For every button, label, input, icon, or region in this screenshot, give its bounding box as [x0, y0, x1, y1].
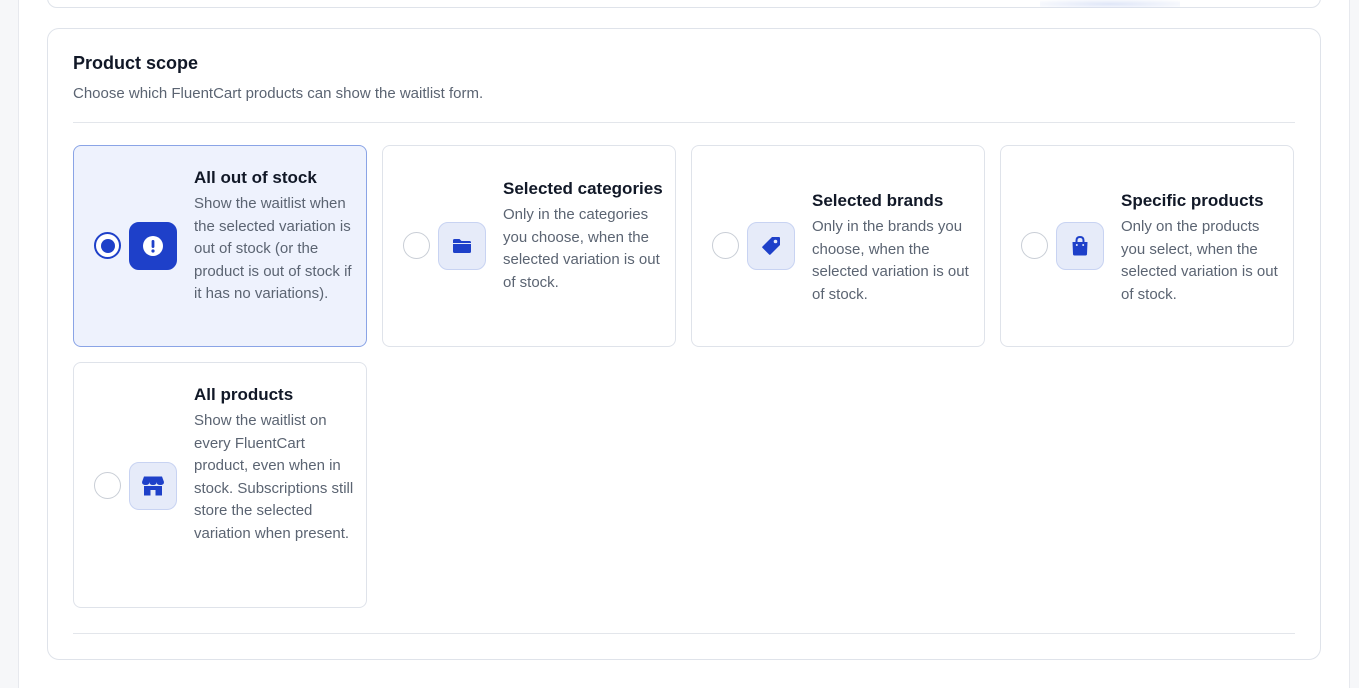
scope-option-title: Specific products [1121, 191, 1264, 210]
scope-option-title: Selected brands [812, 191, 944, 210]
scope-option-title: All out of stock [194, 168, 317, 187]
scope-option-selected-categories[interactable]: Selected categories Only in the categori… [382, 145, 676, 347]
scope-radio-selected-categories[interactable] [403, 232, 430, 259]
scope-option-title: Selected categories [503, 179, 663, 198]
scope-option-all-products[interactable]: All products Show the waitlist on every … [73, 362, 367, 608]
shopping-bag-icon [1056, 222, 1104, 270]
folder-icon [438, 222, 486, 270]
section-divider [73, 122, 1295, 123]
scope-option-description: Only in the categories you choose, when … [503, 206, 660, 291]
scope-radio-all-out-of-stock[interactable] [94, 232, 121, 259]
section-divider-bottom [73, 633, 1295, 634]
scope-option-description: Only on the products you select, when th… [1121, 218, 1278, 303]
section-title: Product scope [73, 53, 199, 73]
scope-option-title: All products [194, 385, 294, 404]
product-scope-card: Product scope Choose which FluentCart pr… [47, 28, 1321, 660]
scope-option-specific-products[interactable]: Specific products Only on the products y… [1000, 145, 1294, 347]
scope-radio-all-products[interactable] [94, 472, 121, 499]
section-description: Choose which FluentCart products can sho… [73, 85, 484, 102]
store-icon [129, 462, 177, 510]
scope-radio-selected-brands[interactable] [712, 232, 739, 259]
alert-circle-icon [129, 222, 177, 270]
previous-section-highlight [1040, 0, 1180, 8]
scope-option-description: Show the waitlist when the selected vari… [194, 195, 352, 303]
scope-option-selected-brands[interactable]: Selected brands Only in the brands you c… [691, 145, 985, 347]
scope-option-description: Only in the brands you choose, when the … [812, 218, 969, 303]
scope-option-description: Show the waitlist on every FluentCart pr… [194, 412, 354, 542]
scope-option-all-out-of-stock[interactable]: All out of stock Show the waitlist when … [73, 145, 367, 347]
tag-icon [747, 222, 795, 270]
scope-radio-specific-products[interactable] [1021, 232, 1048, 259]
